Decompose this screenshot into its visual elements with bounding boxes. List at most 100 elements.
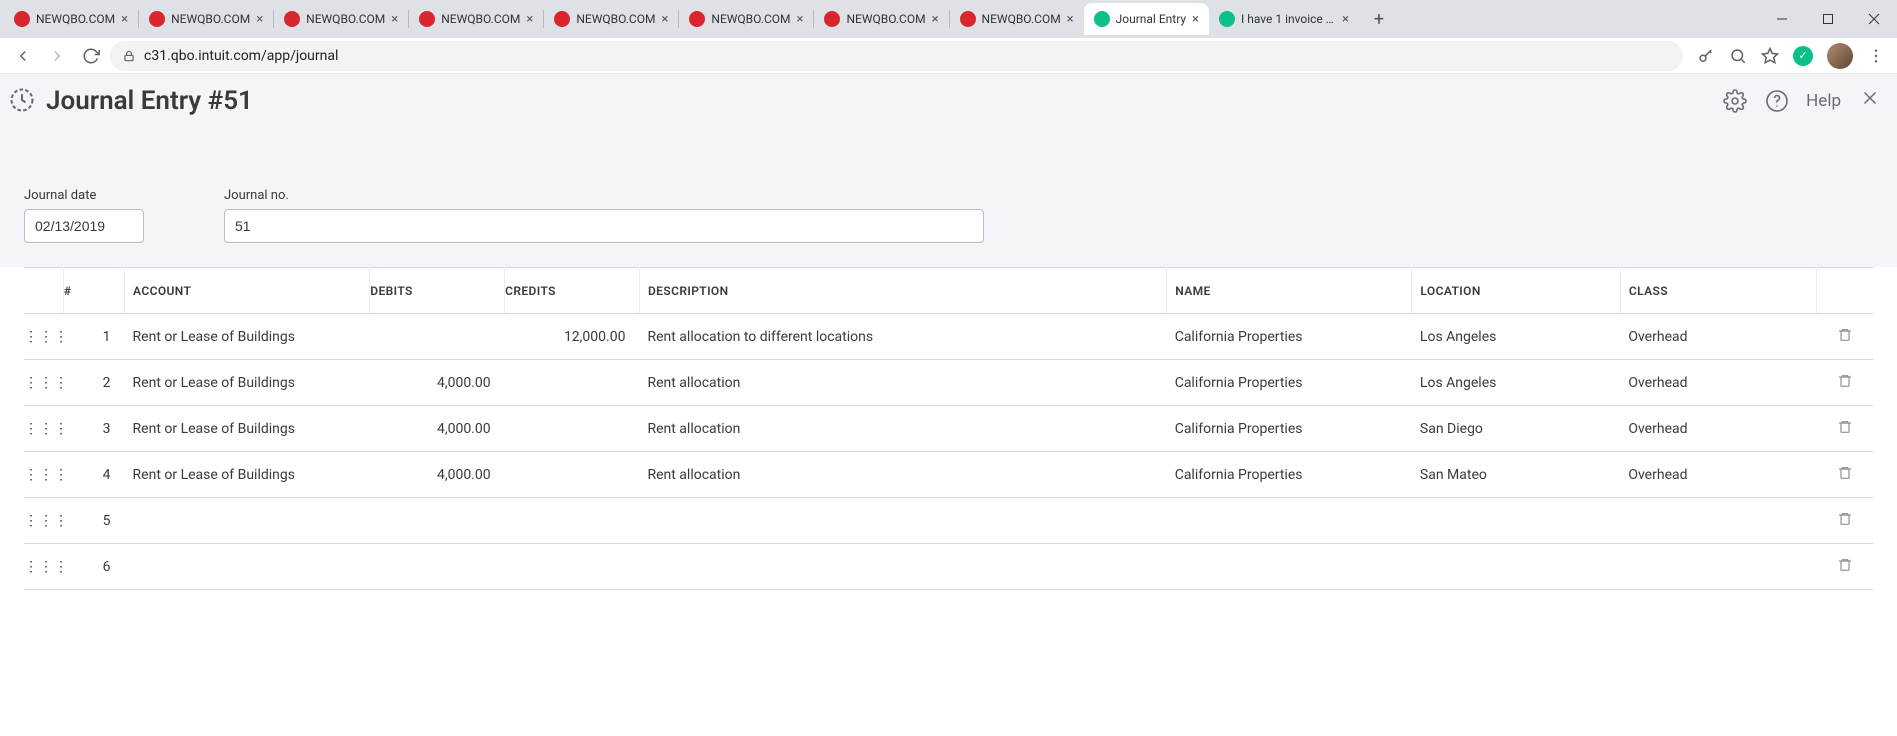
- drag-handle-icon[interactable]: ⋮⋮⋮: [24, 360, 63, 406]
- browser-tab[interactable]: NEWQBO.COM×: [950, 3, 1084, 35]
- drag-handle-icon[interactable]: ⋮⋮⋮: [24, 498, 63, 544]
- window-close-button[interactable]: [1851, 0, 1897, 38]
- tab-close-icon[interactable]: ×: [661, 12, 668, 27]
- browser-tab[interactable]: NEWQBO.COM×: [4, 3, 138, 35]
- drag-handle-icon[interactable]: ⋮⋮⋮: [24, 452, 63, 498]
- tab-close-icon[interactable]: ×: [1342, 12, 1349, 27]
- cell-location[interactable]: Los Angeles: [1412, 314, 1620, 360]
- cell-debit[interactable]: 4,000.00: [370, 452, 505, 498]
- delete-row-icon[interactable]: [1837, 373, 1853, 389]
- cell-name[interactable]: [1167, 544, 1412, 590]
- cell-debit[interactable]: [370, 314, 505, 360]
- cell-account[interactable]: [125, 498, 370, 544]
- chrome-menu-icon[interactable]: [1867, 47, 1885, 65]
- tab-close-icon[interactable]: ×: [1192, 12, 1199, 27]
- cell-credit[interactable]: [505, 406, 640, 452]
- cell-description[interactable]: Rent allocation: [639, 360, 1166, 406]
- cell-debit[interactable]: 4,000.00: [370, 406, 505, 452]
- browser-tab[interactable]: NEWQBO.COM×: [139, 3, 273, 35]
- drag-handle-icon[interactable]: ⋮⋮⋮: [24, 406, 63, 452]
- address-field[interactable]: c31.qbo.intuit.com/app/journal: [110, 41, 1683, 71]
- browser-tab[interactable]: NEWQBO.COM×: [544, 3, 678, 35]
- browser-tab[interactable]: I have 1 invoice for×: [1209, 3, 1359, 35]
- cell-description[interactable]: Rent allocation to different locations: [639, 314, 1166, 360]
- table-row[interactable]: ⋮⋮⋮5: [24, 498, 1873, 544]
- cell-account[interactable]: Rent or Lease of Buildings: [125, 452, 370, 498]
- profile-avatar[interactable]: [1827, 43, 1853, 69]
- tab-close-icon[interactable]: ×: [256, 12, 263, 27]
- cell-location[interactable]: [1412, 498, 1620, 544]
- nav-reload-button[interactable]: [76, 41, 106, 71]
- key-icon[interactable]: [1697, 47, 1715, 65]
- cell-name[interactable]: California Properties: [1167, 314, 1412, 360]
- cell-location[interactable]: San Diego: [1412, 406, 1620, 452]
- cell-name[interactable]: California Properties: [1167, 360, 1412, 406]
- tab-close-icon[interactable]: ×: [797, 12, 804, 27]
- cell-location[interactable]: [1412, 544, 1620, 590]
- delete-row-icon[interactable]: [1837, 511, 1853, 527]
- cell-credit[interactable]: [505, 498, 640, 544]
- cell-description[interactable]: [639, 544, 1166, 590]
- cell-name[interactable]: California Properties: [1167, 452, 1412, 498]
- cell-credit[interactable]: [505, 544, 640, 590]
- cell-name[interactable]: California Properties: [1167, 406, 1412, 452]
- tab-close-icon[interactable]: ×: [1067, 12, 1074, 27]
- gear-icon[interactable]: [1722, 88, 1748, 114]
- table-row[interactable]: ⋮⋮⋮3Rent or Lease of Buildings4,000.00Re…: [24, 406, 1873, 452]
- cell-class[interactable]: Overhead: [1620, 452, 1816, 498]
- cell-account[interactable]: Rent or Lease of Buildings: [125, 406, 370, 452]
- cell-description[interactable]: Rent allocation: [639, 406, 1166, 452]
- table-row[interactable]: ⋮⋮⋮2Rent or Lease of Buildings4,000.00Re…: [24, 360, 1873, 406]
- delete-row-icon[interactable]: [1837, 465, 1853, 481]
- browser-tab[interactable]: NEWQBO.COM×: [679, 3, 813, 35]
- cell-description[interactable]: Rent allocation: [639, 452, 1166, 498]
- delete-row-icon[interactable]: [1837, 327, 1853, 343]
- cell-credit[interactable]: [505, 452, 640, 498]
- cell-account[interactable]: Rent or Lease of Buildings: [125, 360, 370, 406]
- cell-debit[interactable]: [370, 498, 505, 544]
- drag-handle-icon[interactable]: ⋮⋮⋮: [24, 544, 63, 590]
- cell-location[interactable]: Los Angeles: [1412, 360, 1620, 406]
- cell-debit[interactable]: [370, 544, 505, 590]
- browser-tab[interactable]: NEWQBO.COM×: [814, 3, 948, 35]
- cell-name[interactable]: [1167, 498, 1412, 544]
- table-row[interactable]: ⋮⋮⋮4Rent or Lease of Buildings4,000.00Re…: [24, 452, 1873, 498]
- journal-no-input[interactable]: [224, 209, 984, 243]
- cell-debit[interactable]: 4,000.00: [370, 360, 505, 406]
- delete-row-icon[interactable]: [1837, 557, 1853, 573]
- nav-back-button[interactable]: [8, 41, 38, 71]
- tab-close-icon[interactable]: ×: [526, 12, 533, 27]
- close-panel-button[interactable]: [1857, 87, 1883, 115]
- window-minimize-button[interactable]: [1759, 0, 1805, 38]
- tab-close-icon[interactable]: ×: [391, 12, 398, 27]
- history-icon[interactable]: [8, 86, 38, 116]
- browser-tab[interactable]: Journal Entry×: [1084, 3, 1209, 35]
- nav-forward-button[interactable]: [42, 41, 72, 71]
- window-maximize-button[interactable]: [1805, 0, 1851, 38]
- cell-class[interactable]: Overhead: [1620, 360, 1816, 406]
- cell-class[interactable]: [1620, 498, 1816, 544]
- cell-class[interactable]: [1620, 544, 1816, 590]
- cell-credit[interactable]: 12,000.00: [505, 314, 640, 360]
- help-icon[interactable]: [1764, 88, 1790, 114]
- new-tab-button[interactable]: +: [1365, 5, 1393, 33]
- table-row[interactable]: ⋮⋮⋮1Rent or Lease of Buildings12,000.00R…: [24, 314, 1873, 360]
- journal-date-input[interactable]: [24, 209, 144, 243]
- tab-close-icon[interactable]: ×: [121, 12, 128, 27]
- extension-icon[interactable]: ✓: [1793, 46, 1813, 66]
- cell-class[interactable]: Overhead: [1620, 406, 1816, 452]
- cell-location[interactable]: San Mateo: [1412, 452, 1620, 498]
- cell-credit[interactable]: [505, 360, 640, 406]
- cell-account[interactable]: Rent or Lease of Buildings: [125, 314, 370, 360]
- cell-class[interactable]: Overhead: [1620, 314, 1816, 360]
- drag-handle-icon[interactable]: ⋮⋮⋮: [24, 314, 63, 360]
- delete-row-icon[interactable]: [1837, 419, 1853, 435]
- cell-description[interactable]: [639, 498, 1166, 544]
- star-icon[interactable]: [1761, 47, 1779, 65]
- browser-tab[interactable]: NEWQBO.COM×: [409, 3, 543, 35]
- tab-close-icon[interactable]: ×: [932, 12, 939, 27]
- browser-tab[interactable]: NEWQBO.COM×: [274, 3, 408, 35]
- zoom-icon[interactable]: [1729, 47, 1747, 65]
- table-row[interactable]: ⋮⋮⋮6: [24, 544, 1873, 590]
- help-label[interactable]: Help: [1806, 91, 1841, 111]
